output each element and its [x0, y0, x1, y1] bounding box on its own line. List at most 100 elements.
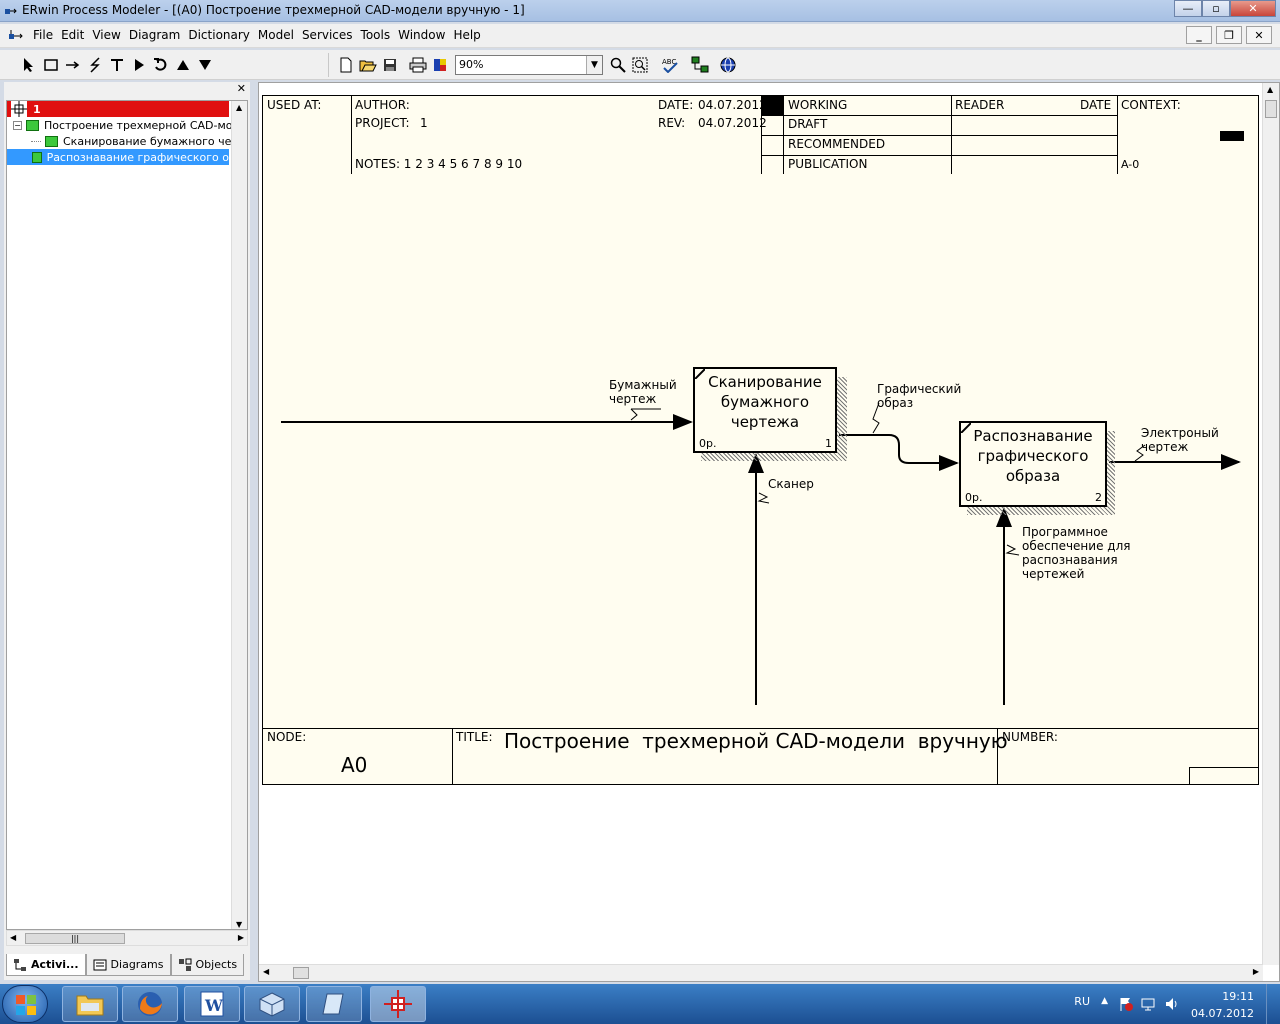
clock-time[interactable]: 19:11 — [1222, 990, 1254, 1003]
taskbar-erwin[interactable] — [370, 986, 426, 1022]
title-bar: ERwin Process Modeler - [(A0) Построение… — [0, 0, 1280, 22]
tree-horizontal-scrollbar[interactable]: ◀ ||| ▶ — [6, 930, 248, 946]
down-icon[interactable] — [194, 54, 216, 76]
taskbar-app-3d[interactable] — [244, 986, 300, 1022]
print-icon[interactable] — [407, 54, 429, 76]
model-explorer-icon[interactable] — [689, 54, 711, 76]
spellcheck-icon[interactable]: ABC — [659, 54, 681, 76]
scroll-right-icon[interactable]: ▶ — [238, 933, 244, 942]
box-corner-marker — [695, 369, 705, 379]
undo-icon[interactable] — [150, 54, 172, 76]
clock-date[interactable]: 04.07.2012 — [1191, 1007, 1254, 1020]
arrow-label-software[interactable]: Программное обеспечение для распознавани… — [1022, 525, 1130, 581]
number-label: NUMBER: — [1002, 730, 1058, 744]
close-button[interactable]: ✕ — [1230, 0, 1276, 17]
menu-tools[interactable]: Tools — [357, 28, 395, 42]
tab-objects[interactable]: Objects — [170, 954, 245, 976]
scroll-left-icon[interactable]: ◀ — [10, 933, 16, 942]
mdi-close-button[interactable]: ✕ — [1246, 26, 1272, 44]
tab-activities[interactable]: Activi... — [6, 954, 86, 976]
tab-label: Diagrams — [110, 958, 164, 971]
scroll-thumb[interactable] — [293, 967, 309, 979]
label-squiggle — [757, 492, 770, 504]
tree-vertical-scrollbar[interactable]: ▲ ▼ — [231, 101, 247, 929]
show-desktop-button[interactable] — [1266, 984, 1280, 1024]
scroll-thumb[interactable]: ||| — [25, 933, 125, 944]
canvas-vertical-scrollbar[interactable]: ▲ — [1262, 83, 1279, 965]
canvas-horizontal-scrollbar[interactable]: ◀ ▶ — [259, 964, 1263, 981]
open-folder-icon[interactable] — [357, 54, 379, 76]
tree-item[interactable]: − Построение трехмерной CAD-моде — [13, 117, 247, 133]
mdi-restore-button[interactable]: ❐ — [1216, 26, 1242, 44]
zoom-fit-icon[interactable] — [629, 54, 651, 76]
tree-item-selected[interactable]: Распознавание графического о — [7, 149, 229, 165]
model-explorer-panel: ✕ 1 − Построение трехмерной CAD-моде Ска… — [4, 82, 250, 980]
taskbar-explorer[interactable] — [62, 986, 118, 1022]
arrow-icon[interactable] — [62, 54, 84, 76]
diagram-canvas[interactable]: USED AT: AUTHOR: PROJECT: 1 DATE: 04.07.… — [258, 82, 1280, 982]
flag-icon[interactable] — [1118, 996, 1134, 1012]
menu-diagram[interactable]: Diagram — [125, 28, 185, 42]
arrow-label-electronic-drawing[interactable]: Электроный чертеж — [1141, 426, 1219, 454]
minimize-button[interactable]: — — [1174, 0, 1202, 17]
tree-item[interactable]: Сканирование бумажного черте — [31, 133, 247, 149]
zoom-value: 90% — [459, 58, 484, 71]
menu-view[interactable]: View — [88, 28, 124, 42]
box-icon[interactable] — [40, 54, 62, 76]
text-icon[interactable] — [106, 54, 128, 76]
erwin-taskbar-icon — [384, 990, 412, 1018]
mdi-minimize-button[interactable]: _ — [1186, 26, 1212, 44]
menu-file[interactable]: File — [29, 28, 57, 42]
tree-item-label: Построение трехмерной CAD-моде — [44, 118, 247, 132]
menu-window[interactable]: Window — [394, 28, 449, 42]
chevron-up-icon[interactable]: ▲ — [1101, 996, 1108, 1006]
tab-diagrams[interactable]: Diagrams — [85, 954, 171, 976]
scroll-up-icon[interactable]: ▲ — [1267, 85, 1273, 94]
maximize-button[interactable]: ▫ — [1202, 0, 1230, 17]
scroll-up-icon[interactable]: ▲ — [236, 103, 242, 112]
language-indicator[interactable]: RU — [1074, 995, 1090, 1008]
chevron-down-icon[interactable]: ▼ — [586, 56, 602, 74]
document-icon[interactable] — [8, 28, 24, 44]
panel-close-icon[interactable]: ✕ — [237, 82, 246, 95]
menu-services[interactable]: Services — [298, 28, 357, 42]
menu-edit[interactable]: Edit — [57, 28, 88, 42]
window-controls: — ▫ ✕ — [1174, 0, 1276, 18]
diagram-title: Построение трехмерной CAD-модели вручную — [504, 729, 1008, 753]
scroll-left-icon[interactable]: ◀ — [263, 967, 269, 976]
activity-tree: 1 − Построение трехмерной CAD-моде Скани… — [6, 100, 248, 930]
start-button[interactable] — [2, 985, 48, 1023]
zoom-select[interactable]: 90% ▼ — [455, 55, 603, 75]
color-icon[interactable] — [429, 54, 451, 76]
windows-logo-icon — [16, 995, 36, 1015]
globe-icon[interactable] — [717, 54, 739, 76]
up-icon[interactable] — [172, 54, 194, 76]
taskbar-word[interactable]: W — [184, 986, 240, 1022]
menu-help[interactable]: Help — [449, 28, 484, 42]
scroll-right-icon[interactable]: ▶ — [1253, 967, 1259, 976]
activity-box-1[interactable]: Сканирование бумажного чертежа 0р. 1 — [693, 367, 837, 453]
zoom-in-icon[interactable] — [607, 54, 629, 76]
menu-dictionary[interactable]: Dictionary — [184, 28, 254, 42]
node-label: NODE: — [267, 730, 307, 744]
network-icon[interactable] — [1140, 996, 1156, 1012]
new-file-icon[interactable] — [335, 54, 357, 76]
scroll-thumb[interactable] — [1265, 100, 1277, 118]
scroll-down-icon[interactable]: ▼ — [236, 920, 242, 929]
arrow-label-graphic-image[interactable]: Графический образ — [877, 382, 961, 410]
save-icon[interactable] — [379, 54, 401, 76]
triangle-right-icon[interactable] — [128, 54, 150, 76]
node-value: A0 — [341, 753, 368, 777]
volume-icon[interactable] — [1164, 996, 1180, 1012]
menu-model[interactable]: Model — [254, 28, 298, 42]
arrow-label-paper-drawing[interactable]: Бумажный чертеж — [609, 378, 677, 406]
taskbar-notepad[interactable] — [306, 986, 362, 1022]
activity-box-2[interactable]: Распознавание графического образа 0р. 2 — [959, 421, 1107, 507]
arrow-label-scanner[interactable]: Сканер — [768, 477, 814, 491]
box-corner-marker — [961, 423, 971, 433]
squiggle-icon[interactable] — [84, 54, 106, 76]
tree-root[interactable]: 1 — [7, 101, 229, 117]
taskbar-firefox[interactable] — [122, 986, 178, 1022]
collapse-icon[interactable]: − — [13, 120, 22, 130]
pointer-icon[interactable] — [18, 54, 40, 76]
